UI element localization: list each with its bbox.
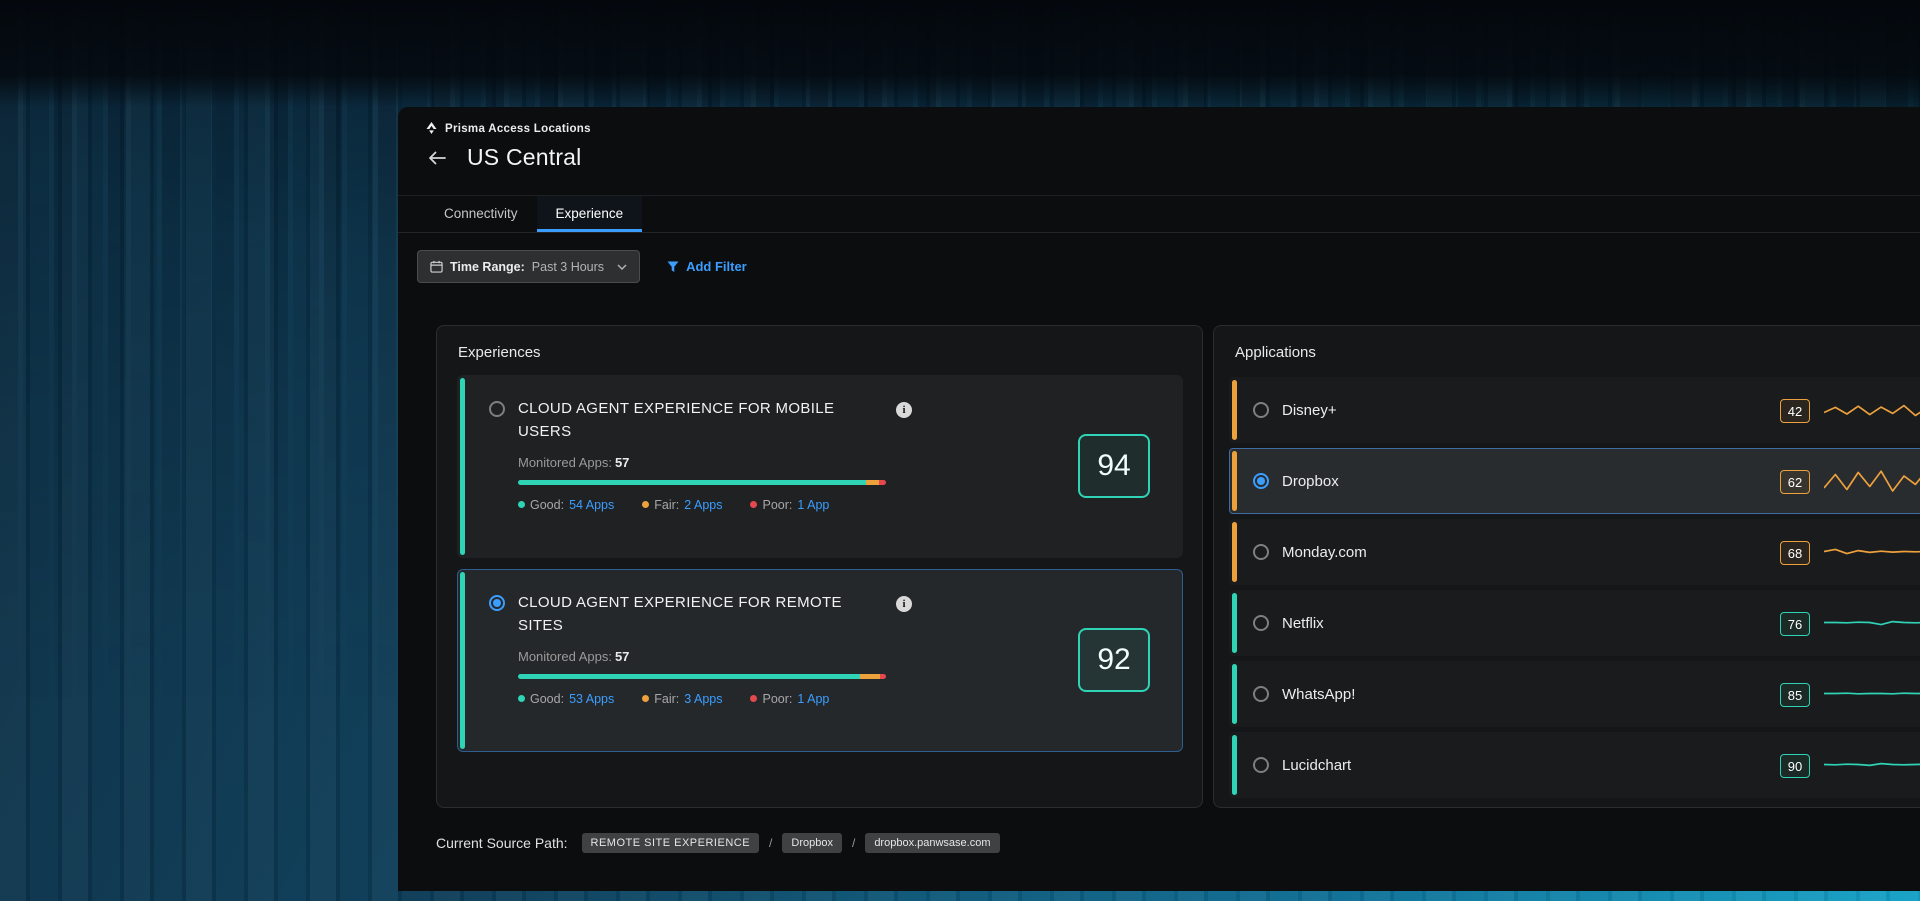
radio-disney[interactable] [1253, 402, 1269, 418]
apps-health-bar [518, 674, 886, 679]
time-range-value: Past 3 Hours [532, 260, 604, 274]
row-accent-bar [1232, 522, 1237, 582]
calendar-icon [430, 260, 443, 273]
app-sparkline [1824, 609, 1920, 639]
fair-apps-link[interactable]: 2 Apps [684, 498, 722, 512]
app-name: Disney+ [1282, 402, 1337, 419]
experiences-title: Experiences [458, 344, 1202, 361]
row-accent-bar [1232, 735, 1237, 795]
app-sparkline [1824, 467, 1920, 497]
applications-title: Applications [1235, 344, 1920, 361]
experience-card-remote-sites[interactable]: CLOUD AGENT EXPERIENCE FOR REMOTE SITES … [457, 569, 1183, 752]
app-header: Prisma Access Locations US Central [398, 107, 1920, 196]
poor-dot [750, 501, 757, 508]
radio-netflix[interactable] [1253, 615, 1269, 631]
app-sparkline [1824, 680, 1920, 710]
app-sparkline [1824, 538, 1920, 568]
radio-monday[interactable] [1253, 544, 1269, 560]
row-accent-bar [1232, 664, 1237, 724]
app-score-badge: 42 [1780, 399, 1810, 423]
add-filter-button[interactable]: Add Filter [667, 259, 747, 274]
card-accent-bar [460, 572, 465, 749]
fair-dot [642, 501, 649, 508]
app-row-monday[interactable]: Monday.com 68 [1229, 519, 1920, 585]
prisma-logo-icon [425, 122, 438, 135]
apps-health-bar [518, 480, 886, 485]
good-dot [518, 695, 525, 702]
card-accent-bar [460, 378, 465, 555]
app-name: Netflix [1282, 615, 1324, 632]
source-path-chip-experience[interactable]: REMOTE SITE EXPERIENCE [582, 833, 760, 853]
source-path-separator: / [852, 836, 855, 850]
radio-mobile-users[interactable] [489, 401, 505, 417]
good-apps-link[interactable]: 53 Apps [569, 692, 614, 706]
arrow-left-icon [428, 151, 446, 165]
radio-whatsapp[interactable] [1253, 686, 1269, 702]
row-accent-bar [1232, 593, 1237, 653]
monitored-apps: Monitored Apps:57 [518, 649, 912, 664]
app-label: Prisma Access Locations [445, 123, 591, 135]
app-row-whatsapp[interactable]: WhatsApp! 85 [1229, 661, 1920, 727]
radio-dropbox[interactable] [1253, 473, 1269, 489]
app-name: Dropbox [1282, 473, 1339, 490]
app-score-badge: 85 [1780, 683, 1810, 707]
app-sparkline [1824, 751, 1920, 781]
top-band [0, 0, 1920, 107]
app-name: Monday.com [1282, 544, 1367, 561]
app-name: Lucidchart [1282, 757, 1351, 774]
page-title: US Central [467, 144, 581, 171]
poor-dot [750, 695, 757, 702]
tab-connectivity[interactable]: Connectivity [425, 196, 537, 232]
app-score-badge: 76 [1780, 612, 1810, 636]
experience-card-title: CLOUD AGENT EXPERIENCE FOR MOBILE USERS [518, 397, 870, 444]
experience-score-badge: 92 [1078, 628, 1150, 692]
current-source-path: Current Source Path: REMOTE SITE EXPERIE… [436, 833, 1000, 853]
apps-health-legend: Good:54 Apps Fair:2 Apps Poor:1 App [518, 498, 912, 512]
apps-health-legend: Good:53 Apps Fair:3 Apps Poor:1 App [518, 692, 912, 706]
add-filter-label: Add Filter [686, 259, 747, 274]
row-accent-bar [1232, 380, 1237, 440]
good-dot [518, 501, 525, 508]
experience-card-title: CLOUD AGENT EXPERIENCE FOR REMOTE SITES [518, 591, 870, 638]
app-score-badge: 68 [1780, 541, 1810, 565]
filter-funnel-icon [667, 261, 679, 273]
info-icon[interactable]: i [896, 596, 912, 612]
experiences-panel: Experiences CLOUD AGENT EXPERIENCE FOR M… [436, 325, 1203, 808]
app-name: WhatsApp! [1282, 686, 1355, 703]
good-apps-link[interactable]: 54 Apps [569, 498, 614, 512]
app-row-disney[interactable]: Disney+ 42 [1229, 377, 1920, 443]
row-accent-bar [1232, 451, 1237, 511]
applications-panel: Applications Disney+ 42 Dropbox 62 Monda… [1213, 325, 1920, 808]
app-score-badge: 62 [1780, 470, 1810, 494]
poor-apps-link[interactable]: 1 App [797, 498, 829, 512]
radio-lucidchart[interactable] [1253, 757, 1269, 773]
chevron-down-icon [617, 264, 627, 270]
app-sparkline [1824, 396, 1920, 426]
experience-score-badge: 94 [1078, 434, 1150, 498]
app-row-netflix[interactable]: Netflix 76 [1229, 590, 1920, 656]
tab-bar: Connectivity Experience [398, 196, 1920, 233]
app-row-lucidchart[interactable]: Lucidchart 90 [1229, 732, 1920, 798]
source-path-separator: / [769, 836, 772, 850]
app-row-dropbox[interactable]: Dropbox 62 [1229, 448, 1920, 514]
poor-apps-link[interactable]: 1 App [797, 692, 829, 706]
app-window: Prisma Access Locations US Central Conne… [398, 107, 1920, 891]
source-path-chip-domain[interactable]: dropbox.panwsase.com [865, 833, 999, 853]
time-range-label: Time Range: [450, 260, 525, 274]
fair-dot [642, 695, 649, 702]
info-icon[interactable]: i [896, 402, 912, 418]
filter-bar: Time Range: Past 3 Hours Add Filter [417, 250, 1920, 283]
source-path-chip-app[interactable]: Dropbox [782, 833, 842, 853]
experience-card-mobile-users[interactable]: CLOUD AGENT EXPERIENCE FOR MOBILE USERS … [457, 375, 1183, 558]
radio-remote-sites[interactable] [489, 595, 505, 611]
tab-experience[interactable]: Experience [537, 196, 643, 232]
fair-apps-link[interactable]: 3 Apps [684, 692, 722, 706]
app-score-badge: 90 [1780, 754, 1810, 778]
source-path-label: Current Source Path: [436, 835, 568, 851]
time-range-dropdown[interactable]: Time Range: Past 3 Hours [417, 250, 640, 283]
monitored-apps: Monitored Apps:57 [518, 455, 912, 470]
back-button[interactable] [426, 149, 448, 167]
